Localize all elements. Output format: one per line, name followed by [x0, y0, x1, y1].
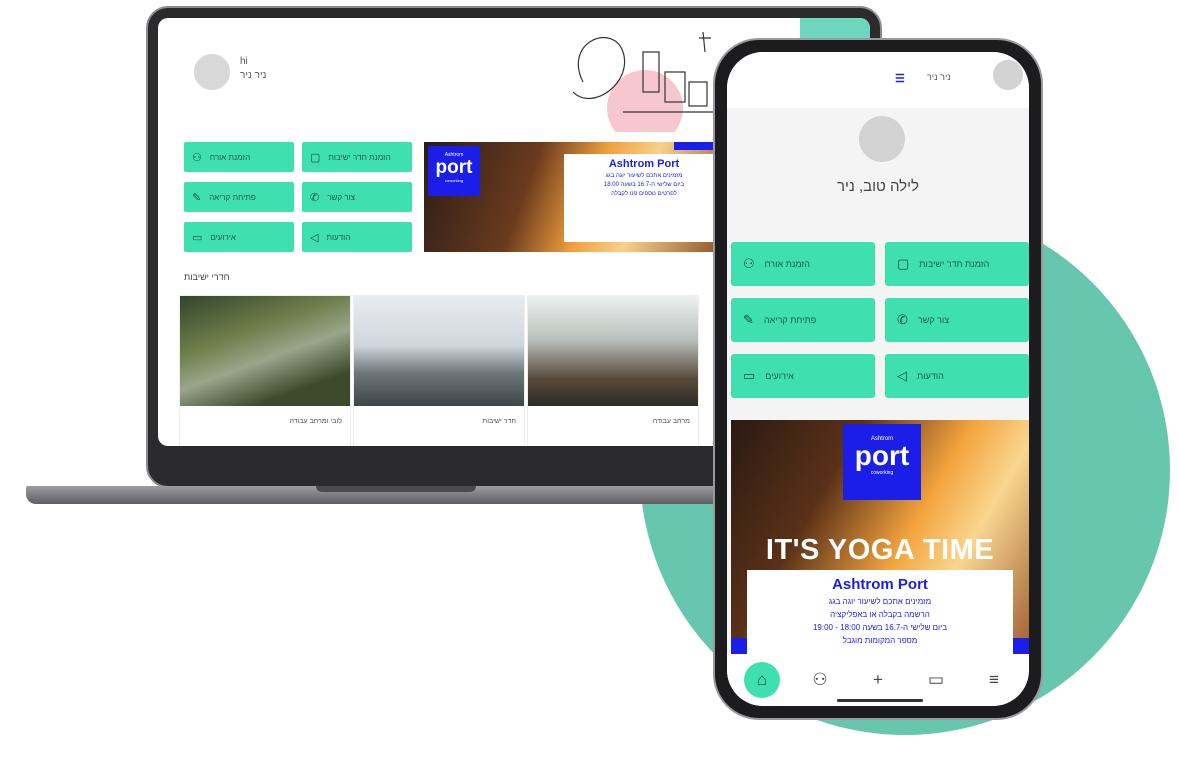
calendar-icon: ▢ [310, 151, 321, 164]
banner-line: לפרטים נוספים פנו לקבלה [611, 191, 677, 197]
promo-banner[interactable]: Ashtrom port coworking IT'S YOGA TIME As… [731, 420, 1029, 674]
menu-icon[interactable]: ≡ [976, 662, 1012, 698]
phone-icon: ✆ [897, 312, 908, 327]
user-plus-icon: ⚇ [192, 151, 202, 164]
phone-screen: ☰ ניר ניר לילה טוב, ניר ⚇ הזמנת אורח ▢ ה… [727, 52, 1029, 706]
room-caption: מרחב עבודה [652, 418, 690, 425]
action-button-label: הודעות [326, 232, 351, 242]
action-button-label: אירועים [210, 232, 236, 242]
calendar-icon: ▢ [897, 256, 910, 271]
banner-line: הרשמה בקבלה או באפליקציה [830, 610, 930, 619]
user-plus-icon: ⚇ [743, 256, 755, 271]
megaphone-icon: ◁ [897, 368, 907, 383]
top-bar: ☰ ניר ניר [727, 52, 1029, 108]
tv-icon: ▭ [192, 231, 203, 244]
action-button[interactable]: ▢ הזמנת חדר ישיבות [302, 142, 412, 172]
action-button[interactable]: ◁ הודעות [885, 354, 1029, 398]
action-button[interactable]: ✎ פתיחת קריאה [184, 182, 294, 212]
room-photo [180, 296, 350, 406]
megaphone-icon: ◁ [310, 231, 319, 244]
room-caption: חדר ישיבות [482, 418, 516, 425]
room-card[interactable]: חדר ישיבות [354, 296, 524, 446]
section-title: חדרי ישיבות [184, 272, 230, 282]
banner-line: מזמינים אתכם לשיעור יוגה בגג [605, 173, 683, 179]
home-icon[interactable]: ⌂ [744, 662, 780, 698]
banner-title: Ashtrom Port [608, 158, 680, 170]
user-plus-icon[interactable]: ⚇ [802, 662, 838, 698]
action-button[interactable]: ▭ אירועים [184, 222, 294, 252]
action-button-label: הזמנת אורח [764, 259, 810, 269]
room-card[interactable]: לובי ומרחב עבודה [180, 296, 350, 446]
banner-card: Ashtrom Port מזמינים אתכם לשיעור יוגה בג… [564, 154, 724, 242]
action-button[interactable]: ✆ צור קשר [885, 298, 1029, 342]
action-button[interactable]: ✆ צור קשר [302, 182, 412, 212]
room-caption: לובי ומרחב עבודה [289, 418, 342, 425]
action-button-label: הזמנת אורח [209, 152, 251, 162]
action-button-label: פתיחת קריאה [209, 192, 256, 202]
banner-line: מספר המקומות מוגבל [842, 636, 918, 645]
avatar[interactable] [993, 60, 1023, 90]
profile-avatar[interactable] [859, 116, 905, 162]
action-button[interactable]: ◁ הודעות [302, 222, 412, 252]
bottom-nav: ⌂ ⚇ + ▭ ≡ [727, 654, 1029, 706]
action-button[interactable]: ⚇ הזמנת אורח [731, 242, 875, 286]
action-button-label: הזמנת חדר ישיבות [328, 152, 391, 162]
brand-logo: Ashtrom port coworking [428, 146, 480, 196]
user-greeting: hi [240, 56, 248, 67]
home-indicator [837, 699, 923, 702]
action-button[interactable]: ⚇ הזמנת אורח [184, 142, 294, 172]
plus-icon[interactable]: + [860, 662, 896, 698]
banner-headline: IT'S YOGA TIME [765, 534, 995, 566]
banner-title: Ashtrom Port [832, 576, 928, 593]
flag-icon[interactable]: ☰ [895, 72, 905, 85]
room-photo [528, 296, 698, 406]
action-button-label: הזמנת חדר ישיבות [919, 259, 990, 269]
room-card[interactable]: מרחב עבודה [528, 296, 698, 446]
banner-line: מזמינים אתכם לשיעור יוגה בגג [828, 597, 932, 606]
action-button-label: צור קשר [327, 192, 355, 202]
action-button[interactable]: ▢ הזמנת חדר ישיבות [885, 242, 1029, 286]
phone-icon: ✆ [310, 191, 320, 204]
greeting: לילה טוב, ניר [837, 178, 919, 195]
action-button-label: פתיחת קריאה [763, 315, 817, 325]
laptop-base [26, 486, 786, 504]
user-name: ניר ניר [240, 70, 267, 81]
action-button-label: הודעות [917, 371, 944, 381]
wrench-icon: ✎ [192, 191, 202, 204]
avatar[interactable] [194, 54, 230, 90]
action-button-label: אירועים [765, 371, 794, 381]
action-button-label: צור קשר [917, 315, 950, 325]
laptop-notch [316, 486, 476, 492]
phone-frame: ☰ ניר ניר לילה טוב, ניר ⚇ הזמנת אורח ▢ ה… [713, 38, 1043, 720]
top-user-name: ניר ניר [927, 72, 951, 82]
room-photo [354, 296, 524, 406]
brand-logo: Ashtrom port coworking [843, 424, 921, 500]
banner-line: ביום שלישי ה-16.7 בשעה 18:00 - 19:00 [812, 623, 947, 632]
promo-banner[interactable]: Ashtrom port coworking Ashtrom Port מזמי… [424, 142, 724, 252]
chat-icon[interactable]: ▭ [918, 662, 954, 698]
tv-icon: ▭ [743, 368, 756, 383]
wrench-icon: ✎ [743, 312, 754, 327]
logo-text: port [854, 440, 910, 471]
action-button[interactable]: ▭ אירועים [731, 354, 875, 398]
logo-tiny-text: coworking [444, 178, 463, 183]
action-button[interactable]: ✎ פתיחת קריאה [731, 298, 875, 342]
banner-line: ביום שלישי ה-16.7 בשעה 18:00 [603, 182, 685, 188]
logo-text: port [435, 157, 473, 178]
